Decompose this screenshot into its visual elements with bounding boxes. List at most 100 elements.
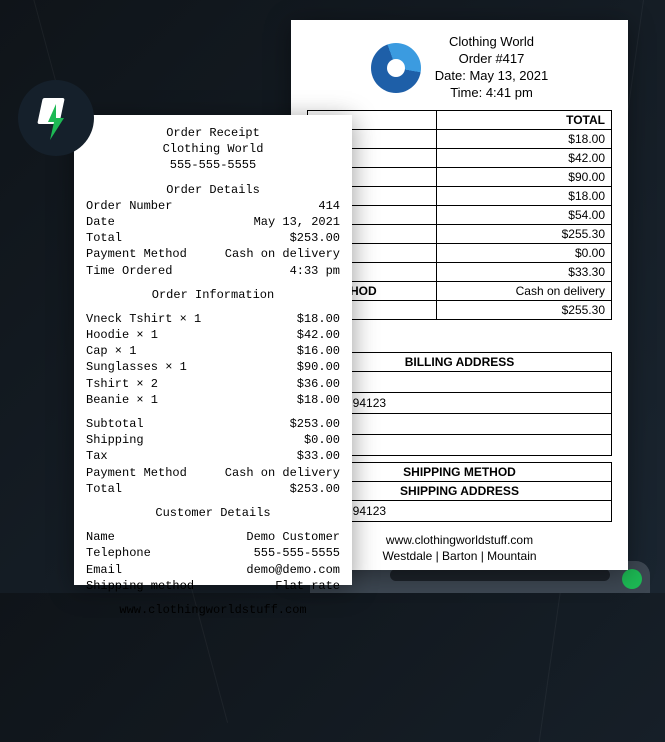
- detail-value: Cash on delivery: [225, 246, 340, 262]
- receipt-header: Clothing World Order #417 Date: May 13, …: [307, 34, 612, 102]
- table-row: $33.30: [308, 262, 612, 281]
- total-label: Tax: [86, 448, 108, 464]
- customer-label: Telephone: [86, 545, 151, 561]
- detail-value: $253.00: [290, 230, 340, 246]
- item-row: Hoodie × 1 $42.00: [86, 327, 340, 343]
- detail-label: Date: [86, 214, 115, 230]
- detail-row: Payment Method Cash on delivery: [86, 246, 340, 262]
- customer-label: Email: [86, 562, 122, 578]
- item-label: Sunglasses × 1: [86, 359, 187, 375]
- item-value: $36.00: [297, 376, 340, 392]
- footer-url: www.clothingworldstuff.com: [86, 602, 340, 618]
- detail-row: Date May 13, 2021: [86, 214, 340, 230]
- order-info-heading: Order Information: [86, 287, 340, 303]
- receipt-title: Order Receipt: [86, 125, 340, 141]
- items-table: T TOTAL × 1$18.00 $42.00 × 1$90.00 $18.0…: [307, 110, 612, 320]
- item-row: Vneck Tshirt × 1 $18.00: [86, 311, 340, 327]
- store-logo-icon: [371, 43, 421, 93]
- total-row: Shipping $0.00: [86, 432, 340, 448]
- item-value: $42.00: [297, 327, 340, 343]
- item-label: Hoodie × 1: [86, 327, 158, 343]
- table-row: $18.00: [308, 186, 612, 205]
- item-value: $16.00: [297, 343, 340, 359]
- customer-row: Shipping methodFlat rate: [86, 578, 340, 594]
- customer-label: Name: [86, 529, 115, 545]
- item-label: Tshirt × 2: [86, 376, 158, 392]
- detail-row: Total $253.00: [86, 230, 340, 246]
- total-row: Subtotal $253.00: [86, 416, 340, 432]
- item-row: Cap × 1 $16.00: [86, 343, 340, 359]
- billing-line: omer: [307, 372, 612, 393]
- store-name: Clothing World: [86, 141, 340, 157]
- detail-label: Total: [86, 230, 122, 246]
- item-row: Sunglasses × 1 $90.00: [86, 359, 340, 375]
- order-number: Order #417: [435, 51, 548, 68]
- detail-value: May 13, 2021: [254, 214, 340, 230]
- total-value: $253.00: [290, 416, 340, 432]
- item-row: Tshirt × 2 $36.00: [86, 376, 340, 392]
- total-row: Payment Method Cash on delivery: [86, 465, 340, 481]
- customer-value: demo@demo.com: [246, 562, 340, 578]
- billing-line: co, CA 94123: [307, 393, 612, 414]
- store-phone: 555-555-5555: [86, 157, 340, 173]
- customer-row: Name Demo Customer: [86, 529, 340, 545]
- details-heading: Details: [307, 330, 612, 346]
- total-label: Payment Method: [86, 465, 187, 481]
- printer-slot: [390, 569, 610, 581]
- customer-heading: Customer Details: [86, 505, 340, 521]
- app-logo: [36, 98, 76, 138]
- item-label: Cap × 1: [86, 343, 136, 359]
- customer-value: Demo Customer: [246, 529, 340, 545]
- detail-label: Order Number: [86, 198, 172, 214]
- total-label: Subtotal: [86, 416, 144, 432]
- total-value: Cash on delivery: [225, 465, 340, 481]
- item-value: $90.00: [297, 359, 340, 375]
- total-value: $0.00: [304, 432, 340, 448]
- table-row: G$0.00: [308, 243, 612, 262]
- total-value: $253.00: [290, 481, 340, 497]
- detail-row: Time Ordered 4:33 pm: [86, 263, 340, 279]
- shipping-address-heading: SHIPPING ADDRESS: [307, 482, 612, 501]
- detail-label: Payment Method: [86, 246, 187, 262]
- item-row: Beanie × 1 $18.00: [86, 392, 340, 408]
- shipping-line: co, CA 94123: [307, 501, 612, 522]
- detail-row: Order Number 414: [86, 198, 340, 214]
- total-row: Total $253.00: [86, 481, 340, 497]
- receipt-thermal: Order Receipt Clothing World 555-555-555…: [74, 115, 352, 585]
- store-name: Clothing World: [435, 34, 548, 51]
- detail-label: Time Ordered: [86, 263, 172, 279]
- item-label: Beanie × 1: [86, 392, 158, 408]
- billing-address-heading: BILLING ADDRESS: [307, 352, 612, 372]
- item-value: $18.00: [297, 392, 340, 408]
- table-row: × 1$18.00: [308, 129, 612, 148]
- table-row: AL$255.30: [308, 224, 612, 243]
- shipping-method-heading: SHIPPING METHOD: [307, 462, 612, 482]
- item-value: $18.00: [297, 311, 340, 327]
- total-label: Shipping: [86, 432, 144, 448]
- detail-value: 414: [318, 198, 340, 214]
- footer-locations: Westdale | Barton | Mountain: [307, 548, 612, 565]
- total-row: Tax $33.00: [86, 448, 340, 464]
- customer-value: 555-555-5555: [254, 545, 340, 561]
- table-row: × 1$90.00: [308, 167, 612, 186]
- order-date: Date: May 13, 2021: [435, 68, 548, 85]
- footer-url: www.clothingworldstuff.com: [307, 532, 612, 549]
- customer-row: Email demo@demo.com: [86, 562, 340, 578]
- customer-label: Shipping method: [86, 578, 194, 594]
- table-row: T METHODCash on delivery: [308, 281, 612, 300]
- order-details-heading: Order Details: [86, 182, 340, 198]
- total-label: Total: [86, 481, 122, 497]
- item-label: Vneck Tshirt × 1: [86, 311, 201, 327]
- detail-value: 4:33 pm: [290, 263, 340, 279]
- col-total: TOTAL: [437, 110, 612, 129]
- table-row: $42.00: [308, 148, 612, 167]
- total-value: $33.00: [297, 448, 340, 464]
- table-row: $54.00: [308, 205, 612, 224]
- order-time: Time: 4:41 pm: [435, 85, 548, 102]
- billing-line: o.com: [307, 435, 612, 456]
- printer-led-icon: [622, 569, 642, 589]
- billing-line: 5: [307, 414, 612, 435]
- customer-row: Telephone 555-555-5555: [86, 545, 340, 561]
- app-logo-badge: [18, 80, 94, 156]
- table-row: $255.30: [308, 300, 612, 319]
